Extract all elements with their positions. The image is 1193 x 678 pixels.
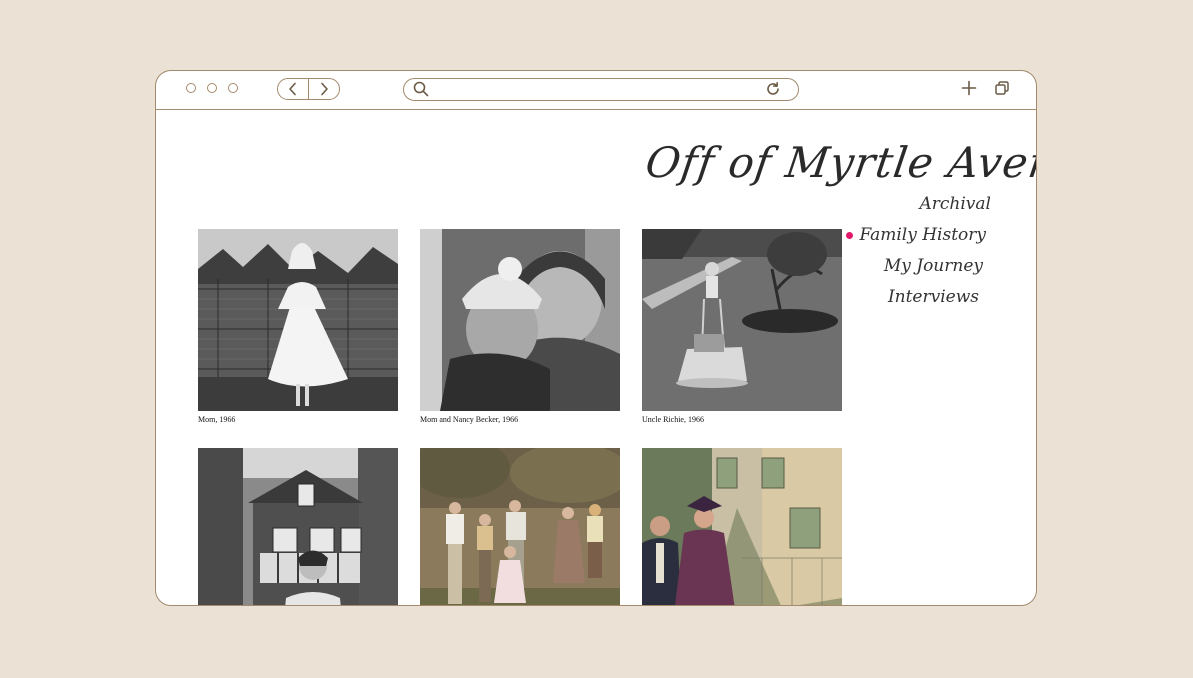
photo-image[interactable] xyxy=(198,448,398,605)
address-bar[interactable] xyxy=(403,78,799,101)
site-nav: Archival Family History My Journey Inter… xyxy=(846,194,992,318)
photo-card[interactable] xyxy=(198,448,398,605)
photo-caption: Uncle Richie, 1966 xyxy=(642,415,704,424)
photo-image[interactable] xyxy=(642,448,842,605)
window-zoom-dot[interactable] xyxy=(228,83,238,93)
photo-card[interactable] xyxy=(420,448,620,605)
site-title[interactable]: Off of Myrtle Avenue xyxy=(643,138,1036,187)
window-minimize-dot[interactable] xyxy=(207,83,217,93)
photo-card[interactable]: Mom, 1966 xyxy=(198,229,398,424)
chevron-right-icon xyxy=(321,82,328,96)
history-nav xyxy=(277,78,340,100)
forward-button[interactable] xyxy=(308,79,339,99)
plus-icon[interactable] xyxy=(961,80,977,96)
photo-image[interactable] xyxy=(420,448,620,605)
browser-toolbar xyxy=(156,71,1036,110)
photo-caption: Mom, 1966 xyxy=(198,415,236,424)
photo-image[interactable] xyxy=(198,229,398,411)
photo-image[interactable] xyxy=(420,229,620,411)
browser-window: Off of Myrtle Avenue Archival Family His… xyxy=(155,70,1037,606)
photo-card[interactable] xyxy=(642,448,842,605)
photo-caption: Mom and Nancy Becker, 1966 xyxy=(420,415,519,424)
page-content: Off of Myrtle Avenue Archival Family His… xyxy=(156,110,1036,605)
search-icon xyxy=(413,81,429,97)
window-close-dot[interactable] xyxy=(186,83,196,93)
nav-item-my-journey[interactable]: My Journey xyxy=(859,256,983,276)
photo-image[interactable] xyxy=(642,229,842,411)
back-button[interactable] xyxy=(278,79,308,99)
tabs-icon[interactable] xyxy=(994,80,1010,96)
nav-item-interviews[interactable]: Interviews xyxy=(859,287,979,307)
photo-card[interactable]: Mom and Nancy Becker, 1966 xyxy=(420,229,620,424)
nav-item-family-history[interactable]: Family History xyxy=(846,225,986,245)
chevron-left-icon xyxy=(289,82,296,96)
reload-icon[interactable] xyxy=(765,81,781,97)
photo-card[interactable]: Uncle Richie, 1966 xyxy=(642,229,842,424)
nav-item-archival[interactable]: Archival xyxy=(859,194,992,214)
